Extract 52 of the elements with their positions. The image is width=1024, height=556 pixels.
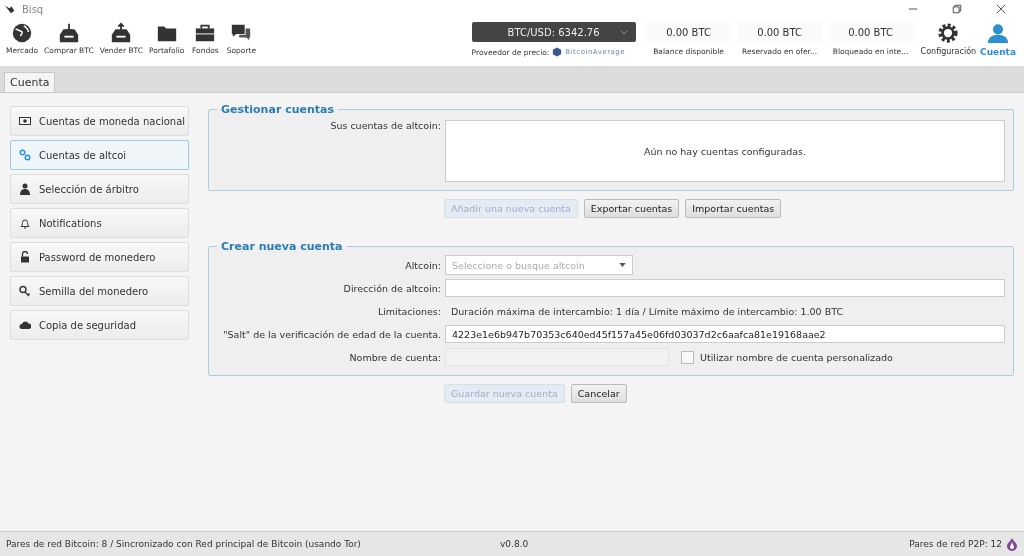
sidebar-item[interactable]: Cuentas de moneda nacional bbox=[10, 106, 189, 136]
field-label: Dirección de altcoin: bbox=[342, 282, 441, 294]
tab[interactable]: Cuenta bbox=[4, 72, 56, 92]
bell-icon bbox=[19, 217, 31, 229]
section-title: Gestionar cuentas bbox=[220, 103, 335, 116]
action-button[interactable]: Cancelar bbox=[570, 384, 627, 403]
link-icon bbox=[19, 149, 31, 161]
restore-icon[interactable] bbox=[952, 4, 962, 14]
network-status: Pares de red Bitcoin: 8 / Sincronizado con Red principal de Bitcoin (usando Tor) bbox=[6, 539, 362, 549]
hexagon-logo-icon bbox=[552, 47, 563, 57]
sidebar-item[interactable]: Notifications bbox=[10, 208, 189, 238]
sidebar-item[interactable]: Password de monedero bbox=[10, 242, 189, 272]
price-selector[interactable]: BTC/USD: 6342.76 bbox=[471, 22, 636, 42]
banknote-icon bbox=[19, 115, 31, 127]
padlock-icon bbox=[19, 251, 31, 263]
cloud-icon bbox=[19, 319, 31, 331]
custom-name-checkbox[interactable]: Utilizar nombre de cuenta personalizado bbox=[681, 350, 893, 364]
balance-amount: 0.00 BTC bbox=[646, 22, 731, 42]
sidebar-item[interactable]: Cuentas de altcoi bbox=[10, 140, 189, 170]
action-button[interactable]: Exportar cuentas bbox=[583, 199, 680, 218]
outbox-icon bbox=[110, 22, 133, 44]
person-icon bbox=[19, 183, 31, 195]
inbox-icon bbox=[57, 22, 80, 44]
dropdown-arrow-icon bbox=[619, 263, 626, 267]
field-label: "Salt" de la verificación de edad de la cuenta. bbox=[222, 328, 441, 340]
field-label: Altcoin: bbox=[404, 259, 441, 271]
person-icon bbox=[987, 22, 1010, 44]
section-title: Crear nueva cuenta bbox=[220, 240, 344, 253]
field-label: Nombre de cuenta: bbox=[348, 351, 441, 363]
action-button[interactable]: Importar cuentas bbox=[685, 199, 782, 218]
key-icon bbox=[19, 285, 31, 297]
sidebar-item[interactable]: Selección de árbitro bbox=[10, 174, 189, 204]
chevron-down-icon bbox=[619, 30, 628, 35]
empty-list-message: Aún no hay cuentas configuradas. bbox=[643, 145, 807, 157]
accounts-list[interactable]: Aún no hay cuentas configuradas. bbox=[445, 120, 1005, 182]
input-field[interactable]: 4223e1e6b947b70353c640ed45f157a45e06fd03037d2c6aafca81e19168aae2 bbox=[445, 325, 1005, 343]
settings-icon bbox=[937, 22, 960, 44]
field-label: Limitaciones: bbox=[376, 305, 441, 317]
toolbar-button[interactable]: Configuración bbox=[920, 22, 977, 56]
window-title: Bisq bbox=[22, 3, 44, 15]
input-field[interactable] bbox=[445, 279, 1005, 297]
briefcase-icon bbox=[194, 22, 217, 44]
toolbar-button[interactable]: Cuenta bbox=[980, 22, 1016, 57]
sidebar-item[interactable]: Copia de seguridad bbox=[10, 310, 189, 340]
onion-icon bbox=[1006, 537, 1018, 551]
p2p-peers: Pares de red P2P: 12 bbox=[909, 539, 1002, 549]
version-text: v0.8.0 bbox=[500, 539, 529, 549]
balance-amount: 0.00 BTC bbox=[828, 22, 913, 42]
sidebar-item[interactable]: Semilla del monedero bbox=[10, 276, 189, 306]
balance-amount: 0.00 BTC bbox=[737, 22, 822, 42]
field-label: Sus cuentas de altcoin: bbox=[329, 120, 441, 131]
close-icon[interactable] bbox=[996, 4, 1006, 14]
